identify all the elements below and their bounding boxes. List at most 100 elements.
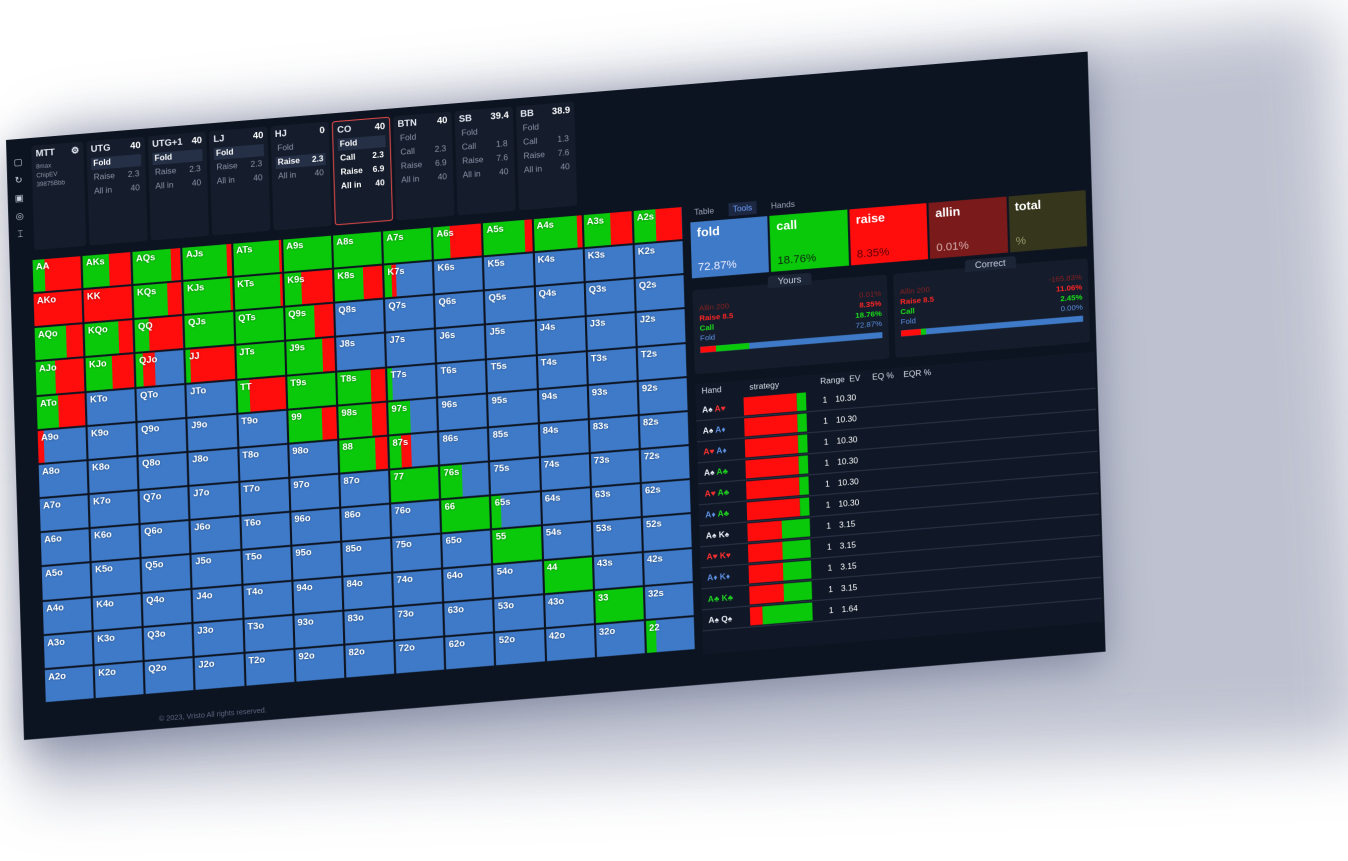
hand-cell[interactable]: 63s [591, 484, 641, 521]
seat-btn[interactable]: BTN 40 Fold Call 2.3 Raise 6.9 All in 40 [393, 111, 455, 221]
hand-cell[interactable]: K8o [88, 457, 138, 494]
hand-cell[interactable]: J9o [187, 414, 237, 451]
hand-cell[interactable]: J6s [436, 325, 486, 362]
hand-cell[interactable]: 97o [290, 474, 340, 511]
hand-cell[interactable]: 32s [644, 582, 694, 619]
seat-action-option[interactable]: All in 40 [399, 171, 449, 187]
hand-cell[interactable]: 52o [495, 629, 545, 666]
hand-cell[interactable]: T8s [337, 368, 387, 405]
seat-action-option[interactable]: All in 40 [522, 161, 572, 177]
hand-cell[interactable]: 54s [542, 522, 592, 559]
hand-cell[interactable]: 73o [394, 603, 444, 640]
hand-cell[interactable]: A3o [43, 631, 93, 668]
hand-cell[interactable]: T9s [287, 372, 337, 409]
hand-cell[interactable]: Q4o [142, 589, 192, 626]
tab-hands[interactable]: Hands [767, 197, 800, 213]
hand-cell[interactable]: K6s [434, 257, 484, 294]
hand-cell[interactable]: 97s [388, 398, 438, 435]
hand-cell[interactable]: 85o [342, 539, 392, 576]
tab-tools[interactable]: Tools [728, 200, 757, 217]
seat-sb[interactable]: SB 39.4 Fold Call 1.8 Raise 7.6 All in 40 [454, 106, 516, 216]
hand-cell[interactable]: ATo [36, 392, 86, 429]
hand-cell[interactable]: 77 [390, 466, 440, 503]
hand-cell[interactable]: Q2s [635, 275, 685, 312]
hand-cell[interactable]: Q6s [435, 291, 485, 328]
hand-cell[interactable]: T3s [587, 347, 637, 384]
hand-cell[interactable]: Q9s [284, 304, 334, 341]
seat-action-option[interactable]: All in 40 [276, 167, 326, 183]
hand-cell[interactable]: K9o [87, 422, 137, 459]
hand-cell[interactable]: QJs [184, 312, 234, 349]
hand-cell[interactable]: T5o [242, 547, 292, 584]
hand-cell[interactable]: T2o [245, 649, 295, 686]
hand-cell[interactable]: 74s [540, 454, 590, 491]
hand-cell[interactable]: K2s [634, 241, 684, 278]
hand-cell[interactable]: A5o [41, 563, 91, 600]
hand-cell[interactable]: JTo [186, 380, 236, 417]
hand-cell[interactable]: Q5s [485, 287, 535, 324]
hand-cell[interactable]: J8s [336, 334, 386, 371]
save-icon[interactable]: ▣ [14, 193, 25, 204]
hand-cell[interactable]: 95o [292, 543, 342, 580]
hand-cell[interactable]: J4s [536, 317, 586, 354]
tab-table[interactable]: Table [690, 204, 719, 219]
seat-action-option[interactable]: All in 40 [153, 177, 203, 193]
hand-cell[interactable]: 98o [289, 440, 339, 477]
copy-icon[interactable]: ▢ [13, 157, 24, 168]
hand-cell[interactable]: J5o [191, 551, 241, 588]
seat-action-option[interactable]: All in 40 [339, 177, 387, 193]
hand-cell[interactable]: KJs [183, 278, 233, 315]
hand-cell[interactable]: T2s [637, 343, 687, 380]
hand-cell[interactable]: A3s [583, 211, 633, 248]
seat-action-option[interactable]: All in 40 [92, 182, 142, 198]
hand-cell[interactable]: T7s [387, 364, 437, 401]
hand-cell[interactable]: 99 [288, 406, 338, 443]
hand-cell[interactable]: 44 [543, 556, 593, 593]
hand-cell[interactable]: K2o [94, 661, 144, 699]
hand-cell[interactable]: 42s [643, 548, 693, 585]
hand-cell[interactable]: 52s [642, 514, 692, 551]
hand-cell[interactable]: T4o [243, 581, 293, 618]
hand-cell[interactable]: 72o [395, 637, 445, 674]
hand-cell[interactable]: 86o [341, 504, 391, 541]
hand-cell[interactable]: A4o [42, 597, 92, 634]
hand-cell[interactable]: AA [32, 256, 82, 293]
hand-cell[interactable]: 93o [294, 611, 344, 648]
hand-cell[interactable]: 98s [338, 402, 388, 439]
settings-icon[interactable]: ◎ [14, 211, 25, 222]
hand-cell[interactable]: Q2o [144, 657, 194, 694]
hand-cell[interactable]: K3s [584, 245, 634, 282]
hand-cell[interactable]: QTo [136, 384, 186, 421]
hand-cell[interactable]: KQo [84, 320, 134, 357]
hand-cell[interactable]: KTo [86, 388, 136, 425]
hand-cell[interactable]: AKo [33, 290, 83, 327]
seat-lj[interactable]: LJ 40 Fold Raise 2.3 All in 40 [209, 126, 271, 236]
hand-cell[interactable]: A7s [383, 227, 433, 264]
hand-cell[interactable]: 55 [492, 526, 542, 563]
hand-cell[interactable]: 96s [438, 394, 488, 431]
action-allin-card[interactable]: allin 0.01% [928, 196, 1008, 259]
hand-cell[interactable]: 22 [645, 616, 695, 654]
hand-cell[interactable]: KTs [233, 273, 283, 311]
seat-bb[interactable]: BB 38.9 Fold Call 1.3 Raise 7.6 All in 40 [515, 101, 578, 211]
hand-cell[interactable]: AQs [132, 248, 182, 285]
hand-cell[interactable]: AJo [35, 358, 85, 395]
hand-cell[interactable]: T7o [240, 478, 289, 515]
hand-cell[interactable]: 66 [441, 496, 491, 533]
hand-cell[interactable]: 84s [539, 420, 589, 457]
hand-cell[interactable]: TT [236, 376, 286, 413]
hand-cell[interactable]: 94s [538, 386, 588, 423]
hand-cell[interactable]: 74o [393, 569, 443, 606]
hand-cell[interactable]: 95s [488, 390, 538, 427]
hand-cell[interactable]: T9o [237, 410, 287, 447]
hand-cell[interactable]: J2s [636, 309, 686, 346]
seat-utg-plus-1[interactable]: UTG+1 40 Fold Raise 2.3 All in 40 [147, 131, 210, 241]
hand-cell[interactable]: J7s [386, 330, 436, 367]
hand-cell[interactable]: QJo [135, 350, 185, 387]
hand-cell[interactable]: Q3s [585, 279, 635, 316]
hand-cell[interactable]: A8s [333, 231, 382, 268]
hand-cell[interactable]: 53o [494, 595, 544, 632]
seat-action-option[interactable]: All in 40 [215, 172, 265, 188]
hand-cell[interactable]: T6o [241, 513, 291, 550]
hand-cell[interactable]: 83o [344, 607, 394, 644]
